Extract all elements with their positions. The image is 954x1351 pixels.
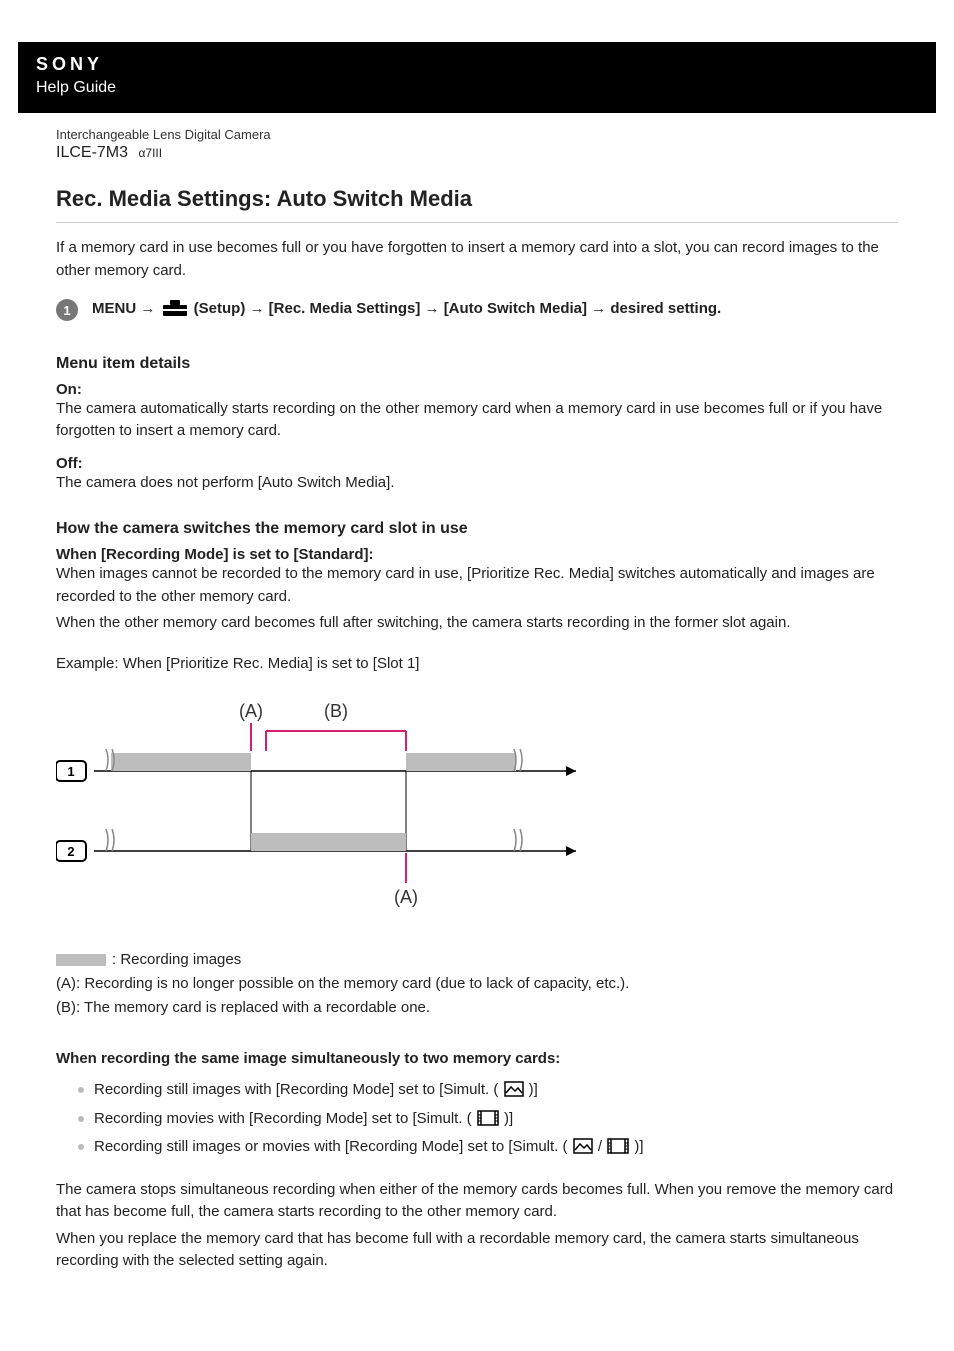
movie-icon — [607, 1137, 629, 1163]
slot-switch-diagram: (A) (B) 1 — [56, 697, 898, 932]
list-item: Recording still images or movies with [R… — [78, 1134, 898, 1163]
diagram-label-B-top: (B) — [324, 701, 348, 721]
legend-swatch-recording — [56, 954, 106, 966]
slot-1-icon: 1 — [56, 761, 86, 781]
list-item: Recording still images with [Recording M… — [78, 1077, 898, 1106]
standard-mode-label: When [Recording Mode] is set to [Standar… — [56, 546, 898, 563]
slot-2-icon: 2 — [56, 841, 86, 861]
legend-recording: : Recording images — [112, 951, 241, 968]
step-post: (Setup) → [Rec. Media Settings] → [Auto … — [194, 300, 722, 317]
step-1: 1 MENU → (Setup) → [Rec. Media Settings]… — [56, 298, 898, 325]
model-code: ILCE-7M3 — [56, 144, 128, 161]
standard-desc-1: When images cannot be recorded to the me… — [56, 563, 898, 608]
diagram-legend: : Recording images (A): Recording is no … — [56, 948, 898, 1020]
trailing-paragraph-2: When you replace the memory card that ha… — [56, 1228, 898, 1273]
svg-text:1: 1 — [67, 764, 74, 779]
header-banner: SONY Help Guide — [18, 42, 936, 113]
simul-bullets: Recording still images with [Recording M… — [78, 1077, 898, 1163]
help-guide-label: Help Guide — [36, 79, 918, 97]
on-description: The camera automatically starts recordin… — [56, 398, 898, 443]
menu-item-details-heading: Menu item details — [56, 355, 898, 373]
model-suffix: α7III — [138, 146, 162, 160]
bullet-3-mid: / — [598, 1138, 602, 1155]
trailing-paragraph-1: The camera stops simultaneous recording … — [56, 1179, 898, 1224]
intro-paragraph: If a memory card in use becomes full or … — [56, 237, 898, 282]
page-title: Rec. Media Settings: Auto Switch Media — [56, 186, 898, 212]
standard-desc-2: When the other memory card becomes full … — [56, 612, 898, 635]
step-pre: MENU → — [92, 300, 160, 317]
still-image-icon — [504, 1080, 524, 1106]
bullet-3-pre: Recording still images or movies with [R… — [94, 1138, 568, 1155]
diagram-label-A-bottom: (A) — [394, 887, 418, 907]
list-item: Recording movies with [Recording Mode] s… — [78, 1106, 898, 1135]
step-number-badge: 1 — [56, 299, 78, 321]
legend-A: (A): Recording is no longer possible on … — [56, 972, 898, 996]
movie-icon — [477, 1109, 499, 1135]
diagram-label-A-top: (A) — [239, 701, 263, 721]
off-description: The camera does not perform [Auto Switch… — [56, 472, 898, 495]
bullet-2-post: )] — [504, 1110, 513, 1127]
on-label: On: — [56, 381, 898, 398]
legend-B: (B): The memory card is replaced with a … — [56, 996, 898, 1020]
product-meta: Interchangeable Lens Digital Camera ILCE… — [56, 127, 932, 162]
divider — [56, 222, 898, 223]
bullet-1-post: )] — [529, 1081, 538, 1098]
example-line: Example: When [Prioritize Rec. Media] is… — [56, 653, 898, 676]
step-text: MENU → (Setup) → [Rec. Media Settings] →… — [92, 298, 721, 325]
off-label: Off: — [56, 455, 898, 472]
bullet-3-post: )] — [634, 1138, 643, 1155]
still-image-icon — [573, 1137, 593, 1163]
simul-heading: When recording the same image simultaneo… — [56, 1050, 898, 1067]
brand-logo: SONY — [36, 54, 918, 75]
bullet-2-pre: Recording movies with [Recording Mode] s… — [94, 1110, 472, 1127]
svg-text:2: 2 — [67, 844, 74, 859]
switch-heading: How the camera switches the memory card … — [56, 520, 898, 538]
product-type: Interchangeable Lens Digital Camera — [56, 127, 932, 142]
bullet-1-pre: Recording still images with [Recording M… — [94, 1081, 498, 1098]
toolbox-setup-icon — [162, 299, 188, 325]
